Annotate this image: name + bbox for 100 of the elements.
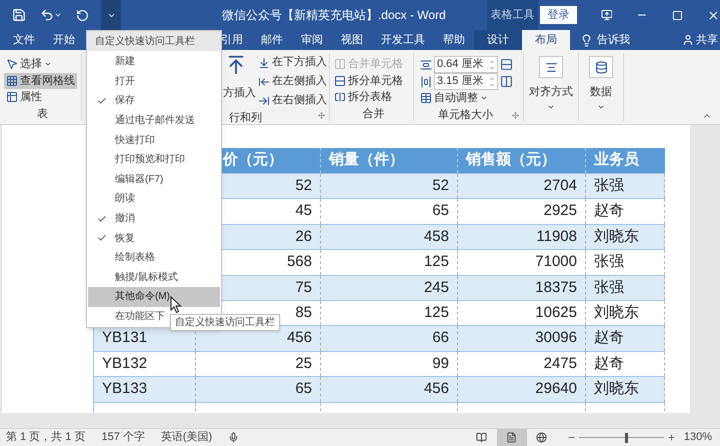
table-cell-text: YB133 [102, 379, 148, 400]
table-cell-text: 30096 [535, 328, 577, 348]
share-button[interactable]: 共享 [696, 30, 718, 50]
menu-item[interactable]: 恢复 [88, 228, 220, 248]
column-header: 业务员 [593, 150, 639, 170]
table-cell-text: 26 [295, 226, 312, 247]
distribute-columns-icon[interactable] [500, 75, 513, 88]
ribbon-button[interactable]: 选择 [4, 56, 54, 72]
ribbon-button[interactable]: 拆分单元格 [334, 72, 413, 89]
table-cell-text: 刘晓东 [594, 226, 639, 247]
page-count[interactable]: 第 1 页，共 1 页 [6, 429, 86, 446]
table-cell-text: 45 [295, 201, 312, 222]
ribbon-tab[interactable]: 视图 [332, 30, 372, 50]
size-spin-field[interactable]: 3.15 厘米 [434, 73, 498, 90]
menu-item[interactable]: 撤消 [88, 208, 220, 228]
table-cell-text: 99 [432, 354, 449, 374]
ribbon-tab[interactable]: 开发工具 [372, 30, 434, 50]
dialog-launcher-icon[interactable] [512, 112, 519, 119]
menu-item[interactable]: 触摸/鼠标模式 [88, 268, 220, 288]
table-cell-text: YB132 [102, 354, 148, 374]
ribbon-tab[interactable]: 帮助 [434, 30, 474, 50]
menu-item[interactable]: 快速打印 [88, 130, 220, 150]
menu-title: 自定义快速访问工具栏 [87, 31, 221, 51]
ribbon-button[interactable]: 拆分表格 [334, 89, 413, 106]
ribbon-tab[interactable]: 设计 [474, 30, 522, 50]
ribbon-tab[interactable]: 布局 [522, 30, 570, 50]
menu-item[interactable]: 编辑器(F7) [88, 170, 220, 190]
cursor-arrow-icon [6, 58, 18, 70]
insert-left-icon [258, 76, 270, 88]
menu-item[interactable]: 其他命令(M) [88, 287, 220, 307]
maximize-icon[interactable] [672, 10, 684, 20]
ribbon-button[interactable]: 查看网格线 [4, 72, 77, 89]
ribbon-button[interactable]: 在右侧插入 [258, 91, 327, 110]
zoom-level[interactable]: 130% [684, 429, 712, 446]
table-cell-text: 18375 [535, 278, 577, 298]
distribute-rows-icon[interactable] [500, 58, 513, 71]
table-cell-text: 25 [295, 354, 312, 374]
table-cell-text: 85 [295, 302, 312, 323]
menu-item[interactable]: 新建 [88, 52, 220, 72]
table-cell-text: 568 [286, 252, 312, 272]
mouse-cursor-icon [170, 296, 182, 314]
align-icon [539, 56, 563, 78]
database-icon [589, 56, 613, 78]
book-icon [476, 432, 488, 443]
menu-item[interactable]: 打印预览和打印 [88, 150, 220, 170]
language[interactable]: 英语(美国) [160, 429, 212, 446]
ribbon-tab[interactable]: 邮件 [252, 30, 292, 50]
data-button[interactable]: 数据 [579, 53, 624, 121]
menu-item[interactable]: 保存 [88, 91, 220, 111]
table-cell-text: 75 [295, 278, 312, 298]
menu-item[interactable]: 通过电子邮件发送 [88, 110, 220, 130]
menu-item[interactable]: 朗读 [88, 189, 220, 209]
size-spin-field[interactable]: 0.64 厘米 [434, 56, 498, 73]
group-label: 单元格大小 [438, 108, 493, 122]
microphone-icon[interactable] [228, 432, 240, 443]
table-cell-text: 2475 [544, 354, 577, 374]
page-icon [506, 432, 518, 443]
ribbon-tab[interactable]: 开始 [44, 30, 84, 50]
word-count[interactable]: 157 个字 [101, 429, 145, 446]
field-value: 3.15 厘米 [437, 74, 484, 90]
ribbon-button[interactable]: 在下方插入 [258, 53, 327, 72]
table-cell-text: 125 [424, 252, 449, 272]
table-cell-text: 刘晓东 [594, 302, 639, 323]
ribbon-display-icon[interactable] [600, 9, 612, 21]
autofit-button[interactable]: 自动调整 [420, 90, 488, 106]
zoom-slider[interactable] [578, 432, 664, 444]
table-cell-text: 刘晓东 [594, 379, 639, 400]
alignment-button[interactable]: 对齐方式 [524, 53, 579, 121]
zoom-slider-thumb[interactable] [625, 432, 628, 442]
table-cell-text: 赵奇 [594, 328, 624, 348]
dialog-launcher-icon[interactable] [318, 112, 325, 119]
sign-in-button[interactable]: 登录 [540, 6, 577, 24]
ribbon-tab[interactable]: 审阅 [292, 30, 332, 50]
close-icon[interactable] [707, 8, 720, 22]
menu-item[interactable]: 打开 [88, 72, 220, 92]
column-header: 销量（件） [328, 150, 404, 170]
tooltip: 自定义快速访问工具栏 [170, 314, 280, 331]
insert-above-button[interactable]: 方插入 [223, 53, 257, 110]
checkmark-icon [96, 96, 106, 106]
view-button[interactable] [496, 428, 527, 446]
table-icon [6, 91, 18, 104]
table-cell-text: 245 [424, 278, 449, 298]
column-header: 价（元） [222, 150, 283, 170]
zoom-in-icon[interactable] [666, 433, 676, 442]
table-cell-text: 65 [295, 379, 312, 400]
tell-me-field[interactable]: 告诉我 [597, 30, 630, 50]
table-cell-text: 456 [424, 379, 449, 400]
ribbon-button[interactable]: 属性 [4, 89, 44, 106]
undo-icon [40, 8, 54, 22]
table-cell-text: 2704 [544, 176, 577, 196]
redo-icon [76, 8, 89, 22]
menu-item[interactable]: 绘制表格 [88, 248, 220, 268]
spinner-icon[interactable] [489, 58, 495, 70]
spinner-icon[interactable] [489, 76, 495, 88]
ribbon-button[interactable]: 在左侧插入 [258, 72, 327, 91]
column-header: 销售额（元） [464, 150, 556, 170]
merge-cells-icon [334, 58, 346, 70]
split-cells-icon [334, 74, 346, 87]
user-icon [682, 34, 694, 46]
ribbon-tab[interactable]: 文件 [4, 30, 44, 50]
